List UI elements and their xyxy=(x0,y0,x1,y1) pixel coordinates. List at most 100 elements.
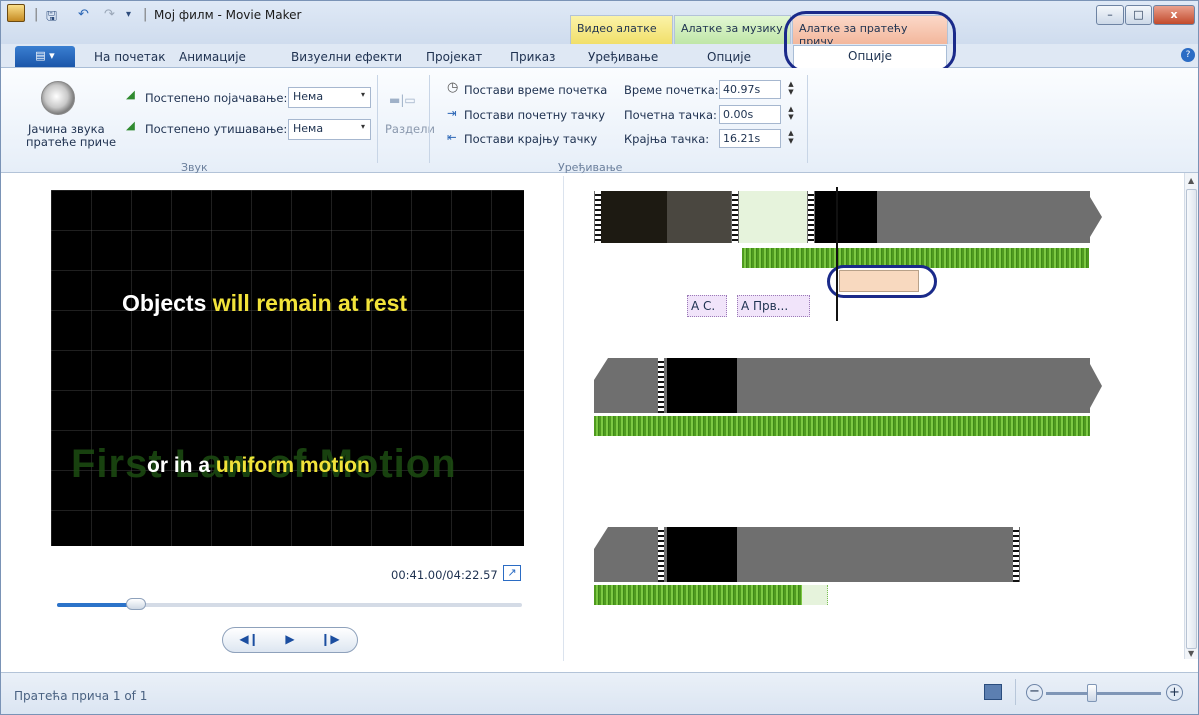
start-time-value: 40.97s xyxy=(723,83,761,96)
tab-view[interactable]: Приказ xyxy=(510,50,555,64)
app-icon[interactable] xyxy=(7,4,25,22)
set-start-point-button[interactable]: Постави почетну тачку xyxy=(464,108,605,122)
annotation-ellipse xyxy=(827,265,937,298)
set-end-point-button[interactable]: Постави крајњу тачку xyxy=(464,132,597,146)
end-point-label: Крајња тачка: xyxy=(624,132,710,146)
music-track-tail xyxy=(802,585,828,605)
scroll-up-icon[interactable]: ▲ xyxy=(1188,176,1194,185)
minimize-button[interactable]: – xyxy=(1096,5,1124,25)
file-menu-icon: ▤ ▾ xyxy=(35,49,55,62)
spinner-icon[interactable]: ▲ ▼ xyxy=(783,129,799,148)
video-preview[interactable]: First Law of Motion Objects will remain … xyxy=(51,190,524,546)
scroll-thumb[interactable] xyxy=(1186,189,1197,649)
group-label-editing: Уређивање xyxy=(558,161,623,174)
undo-icon[interactable]: ↶ xyxy=(78,7,89,22)
start-point-input[interactable]: 0.00s xyxy=(719,105,781,124)
split-button[interactable]: Раздели xyxy=(385,122,435,136)
caption-item[interactable]: A Прв... xyxy=(737,295,810,317)
caption-line-1: Objects will remain at rest xyxy=(122,290,407,317)
next-frame-button[interactable]: ❙▶ xyxy=(315,629,345,649)
split-icon: ▬|▭ xyxy=(389,93,416,107)
context-tab-label: Алатке за музику xyxy=(681,22,783,35)
context-tab-music-tools[interactable]: Алатке за музику xyxy=(674,15,791,44)
divider xyxy=(1015,679,1016,705)
spinner-icon[interactable]: ▲ ▼ xyxy=(783,80,799,99)
file-menu-button[interactable]: ▤ ▾ xyxy=(15,46,75,67)
sprocket xyxy=(658,358,664,413)
sprocket xyxy=(732,191,738,243)
playhead[interactable] xyxy=(836,187,838,321)
start-point-label: Почетна тачка: xyxy=(624,108,717,122)
separator: | xyxy=(143,7,148,22)
fade-in-icon: ◢ xyxy=(126,87,135,101)
maximize-icon: □ xyxy=(1133,8,1144,21)
volume-label[interactable]: Јачина звука xyxy=(28,122,105,136)
start-time-input[interactable]: 40.97s xyxy=(719,80,781,99)
music-track[interactable] xyxy=(594,414,1090,436)
status-bar: Пратећа прича 1 of 1 − + xyxy=(1,672,1198,714)
start-time-label: Време почетка: xyxy=(624,83,719,97)
expand-icon[interactable]: ↗ xyxy=(503,565,521,581)
fade-in-select[interactable]: Нема ▾ xyxy=(288,87,371,108)
previous-frame-button[interactable]: ◀❙ xyxy=(234,629,264,649)
zoom-thumb[interactable] xyxy=(1087,684,1097,702)
redo-icon[interactable]: ↷ xyxy=(104,7,115,22)
fade-out-icon: ◢ xyxy=(126,118,135,132)
tab-animations[interactable]: Анимације xyxy=(179,50,246,64)
fade-out-select[interactable]: Нема ▾ xyxy=(288,119,371,140)
caption-yellow: uniform motion xyxy=(215,454,370,477)
zoom-in-icon[interactable]: + xyxy=(1166,684,1183,701)
title-bar: | 🖫 ↶ ↷ ▾ | Мој филм - Movie Maker Видео… xyxy=(1,1,1198,48)
movie-maker-window: | 🖫 ↶ ↷ ▾ | Мој филм - Movie Maker Видео… xyxy=(0,0,1199,715)
seek-thumb[interactable] xyxy=(126,598,147,610)
caption-line-2: or in a uniform motion xyxy=(147,454,370,478)
tab-project[interactable]: Пројекат xyxy=(426,50,482,64)
zoom-slider[interactable] xyxy=(1046,692,1161,695)
music-track[interactable] xyxy=(594,583,802,605)
sprocket xyxy=(658,527,664,582)
splitter[interactable] xyxy=(563,176,564,661)
window-title: Мој филм - Movie Maker xyxy=(154,8,302,22)
vertical-scrollbar[interactable]: ▲ ▼ xyxy=(1184,173,1198,659)
caption-white: Objects xyxy=(122,290,207,316)
tab-options-video[interactable]: Опције xyxy=(707,50,751,64)
ribbon-tabs: ▤ ▾ На почетак Анимације Визуелни ефекти… xyxy=(1,44,1198,69)
storyboard-view-icon[interactable] xyxy=(984,684,1002,700)
seek-bar-fill xyxy=(57,603,137,607)
customize-icon[interactable]: ▾ xyxy=(126,9,131,20)
end-point-input[interactable]: 16.21s xyxy=(719,129,781,148)
minimize-icon: – xyxy=(1107,8,1113,21)
close-button[interactable]: x xyxy=(1153,5,1195,25)
group-label-audio: Звук xyxy=(181,161,208,174)
volume-label[interactable]: пратеће приче xyxy=(26,135,116,149)
close-icon: x xyxy=(1170,8,1178,21)
tab-edit[interactable]: Уређивање xyxy=(588,50,658,64)
play-button[interactable]: ▶ xyxy=(275,629,305,649)
speaker-icon[interactable] xyxy=(41,81,75,115)
caption-yellow: will remain at rest xyxy=(212,290,408,316)
continue-notch xyxy=(594,527,608,549)
tab-home[interactable]: На почетак xyxy=(94,50,165,64)
context-tab-label: Видео алатке xyxy=(577,22,657,35)
save-icon[interactable]: 🖫 xyxy=(46,7,57,29)
chevron-down-icon: ▾ xyxy=(360,122,365,131)
zoom-out-icon[interactable]: − xyxy=(1026,684,1043,701)
divider xyxy=(807,75,808,163)
separator: | xyxy=(34,7,39,22)
scroll-down-icon[interactable]: ▼ xyxy=(1188,649,1194,658)
tab-visual-effects[interactable]: Визуелни ефекти xyxy=(291,50,402,64)
context-tab-video-tools[interactable]: Видео алатке xyxy=(570,15,673,44)
set-start-time-button[interactable]: Постави време почетка xyxy=(464,83,607,97)
caption-item[interactable]: A C. xyxy=(687,295,727,317)
fade-in-value: Нема xyxy=(293,90,324,103)
divider xyxy=(429,75,430,163)
sprocket xyxy=(1013,527,1019,582)
previous-icon: ◀❙ xyxy=(239,632,259,646)
clip-thumbnail xyxy=(815,191,877,243)
help-icon[interactable]: ? xyxy=(1181,48,1195,62)
stopwatch-icon: ◷ xyxy=(447,80,459,95)
clip-thumbnail xyxy=(667,358,737,413)
maximize-button[interactable]: □ xyxy=(1125,5,1152,25)
end-point-icon: ⇤ xyxy=(447,130,457,144)
spinner-icon[interactable]: ▲ ▼ xyxy=(783,105,799,124)
